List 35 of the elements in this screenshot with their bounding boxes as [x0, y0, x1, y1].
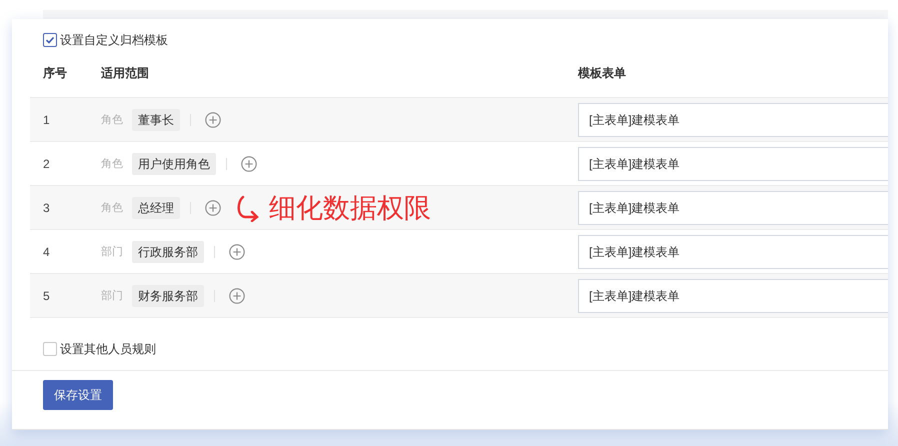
- checkbox[interactable]: [43, 342, 57, 356]
- column-header: 适用范围: [101, 66, 149, 80]
- row-number: 2: [43, 156, 50, 170]
- template-field[interactable]: [主表单]建模表单: [578, 234, 888, 268]
- checkbox-label: 设置自定义归档模板: [60, 32, 168, 49]
- scope-type: 部门: [101, 244, 123, 260]
- check-icon: [45, 35, 55, 45]
- add-circle-icon[interactable]: [205, 200, 221, 216]
- annotation-text: 细化数据权限: [269, 192, 431, 224]
- scope-tag: 董事长: [132, 108, 180, 130]
- checkbox[interactable]: [43, 33, 57, 47]
- scope-tag: 用户使用角色: [132, 152, 216, 174]
- row-number: 1: [43, 112, 50, 126]
- checkbox-label: 设置其他人员规则: [60, 341, 156, 358]
- save-button[interactable]: 保存设置: [43, 380, 113, 410]
- add-circle-icon[interactable]: [205, 112, 221, 128]
- scope-type: 角色: [101, 200, 123, 216]
- scope-type: 部门: [101, 288, 123, 304]
- template-field[interactable]: [主表单]建模表单: [578, 146, 888, 180]
- add-circle-icon[interactable]: [241, 156, 257, 172]
- scope-type: 角色: [101, 112, 123, 128]
- scope-tag: 财务服务部: [132, 284, 204, 306]
- scope-type: 角色: [101, 156, 123, 172]
- add-circle-icon[interactable]: [229, 244, 245, 260]
- template-field[interactable]: [主表单]建模表单: [578, 278, 888, 312]
- template-field[interactable]: [主表单]建模表单: [578, 190, 888, 224]
- scope-tag: 总经理: [132, 196, 180, 218]
- row-number: 4: [43, 244, 50, 258]
- column-header: 序号: [43, 66, 67, 80]
- template-field[interactable]: [主表单]建模表单: [578, 102, 888, 136]
- column-header: 模板表单: [578, 66, 626, 80]
- scope-tag: 行政服务部: [132, 240, 204, 262]
- add-circle-icon[interactable]: [229, 288, 245, 304]
- row-number: 5: [43, 288, 50, 302]
- row-number: 3: [43, 200, 50, 214]
